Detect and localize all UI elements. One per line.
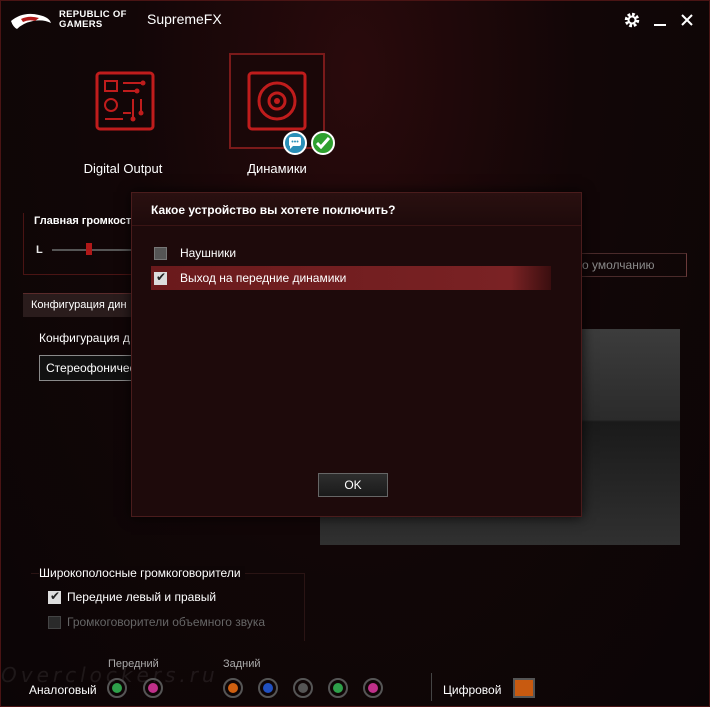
digital-output-icon[interactable] xyxy=(513,678,535,698)
headphones-checkbox[interactable] xyxy=(154,247,167,260)
master-volume-panel: Главная громкость L xyxy=(23,213,143,275)
device-select-dialog: Какое устройство вы хотете поключить? На… xyxy=(131,192,582,517)
bottom-divider xyxy=(431,673,432,701)
volume-slider-track[interactable] xyxy=(52,249,132,251)
headphones-label: Наушники xyxy=(180,246,237,260)
jack-rear-blue[interactable] xyxy=(258,678,278,698)
jack-front-green[interactable] xyxy=(107,678,127,698)
checkmark-icon xyxy=(311,131,335,155)
front-speakers-checkbox[interactable] xyxy=(154,270,167,285)
ok-button[interactable]: OK xyxy=(318,473,388,497)
jack-front-pink[interactable] xyxy=(143,678,163,698)
device-digital-output[interactable] xyxy=(77,53,173,149)
volume-left-label: L xyxy=(36,244,43,256)
wideband-panel xyxy=(31,573,305,641)
option-front-speakers[interactable]: Выход на передние динамики xyxy=(151,266,551,290)
minimize-icon[interactable] xyxy=(649,9,671,31)
wideband-title: Широкополосные громкоговорители xyxy=(39,566,245,580)
dialog-divider xyxy=(132,225,581,226)
surround-label: Громкоговорители объемного звука xyxy=(67,615,266,629)
jack-rear-green[interactable] xyxy=(328,678,348,698)
chat-bubble-icon xyxy=(283,131,307,155)
circuit-board-icon xyxy=(95,71,155,131)
device-label-digital-output: Digital Output xyxy=(83,161,163,176)
option-headphones[interactable]: Наушники xyxy=(151,241,551,265)
config-select[interactable]: Стереофоничес xyxy=(39,355,139,381)
jack-rear-orange[interactable] xyxy=(223,678,243,698)
gear-icon[interactable] xyxy=(621,9,643,31)
jack-rear-pink[interactable] xyxy=(363,678,383,698)
master-volume-title: Главная громкость xyxy=(34,215,139,227)
jack-rear-black[interactable] xyxy=(293,678,313,698)
config-label: Конфигурация д xyxy=(39,331,130,345)
brand-text: REPUBLIC OF GAMERS xyxy=(59,10,127,30)
dialog-title: Какое устройство вы хотете поключить? xyxy=(151,203,396,217)
rog-logo-icon xyxy=(11,13,51,29)
surround-checkbox[interactable] xyxy=(48,616,61,629)
front-ports-label: Передний xyxy=(108,658,159,670)
app-title: SupremeFX xyxy=(147,11,222,27)
device-speakers[interactable] xyxy=(229,53,335,155)
volume-slider-handle[interactable] xyxy=(86,243,92,255)
title-bar: REPUBLIC OF GAMERS SupremeFX xyxy=(1,1,709,39)
digital-label: Цифровой xyxy=(443,683,502,697)
front-lr-checkbox[interactable] xyxy=(48,589,61,604)
device-label-speakers: Динамики xyxy=(247,161,307,176)
speaker-icon xyxy=(247,71,307,131)
analog-label: Аналоговый xyxy=(29,683,97,697)
front-speakers-label: Выход на передние динамики xyxy=(180,271,347,285)
brand-line-2: GAMERS xyxy=(59,19,103,30)
tab-speaker-config[interactable]: Конфигурация дин xyxy=(23,293,133,317)
front-lr-label: Передние левый и правый xyxy=(67,590,217,604)
rear-ports-label: Задний xyxy=(223,658,261,670)
app-window: REPUBLIC OF GAMERS SupremeFX Digital Out… xyxy=(0,0,710,707)
close-icon[interactable] xyxy=(676,9,698,31)
